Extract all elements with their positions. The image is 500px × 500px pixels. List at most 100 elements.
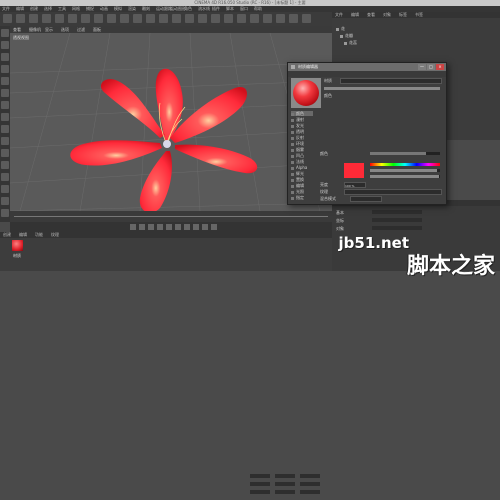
texture-field[interactable]: [344, 189, 442, 195]
channel-item[interactable]: 环境: [291, 141, 313, 146]
saturation-slider[interactable]: [370, 169, 440, 172]
toolbar-button[interactable]: [224, 14, 233, 23]
menu-item[interactable]: 书签: [415, 12, 423, 18]
playback-button[interactable]: [157, 224, 163, 230]
coord-field[interactable]: [250, 474, 270, 478]
material-name-field[interactable]: [340, 78, 442, 84]
menu-item[interactable]: 对象: [383, 12, 391, 18]
toolbar-button[interactable]: [3, 14, 12, 23]
playback-button[interactable]: [175, 224, 181, 230]
toolbar-button[interactable]: [55, 14, 64, 23]
tool-button[interactable]: [1, 185, 9, 193]
menu-item[interactable]: 摄像机: [29, 26, 41, 33]
channel-checkbox[interactable]: [291, 112, 294, 116]
tool-button[interactable]: [1, 125, 9, 133]
channel-item[interactable]: 烟雾: [291, 147, 313, 152]
channel-item[interactable]: 透明: [291, 129, 313, 134]
toolbar-button[interactable]: [263, 14, 272, 23]
menu-item[interactable]: 文件: [335, 12, 343, 18]
toolbar-button[interactable]: [237, 14, 246, 23]
menu-item[interactable]: 过滤: [77, 26, 85, 33]
channel-checkbox[interactable]: [291, 142, 294, 146]
menu-item[interactable]: 编辑: [351, 12, 359, 18]
tool-button[interactable]: [1, 197, 9, 205]
coord-field[interactable]: [275, 474, 295, 478]
toolbar-button[interactable]: [185, 14, 194, 23]
menu-item[interactable]: 标签: [399, 12, 407, 18]
material-thumbnail[interactable]: [12, 240, 23, 251]
attribute-field[interactable]: [372, 210, 422, 214]
channel-item[interactable]: 法线: [291, 159, 313, 164]
menu-item[interactable]: 编辑: [19, 232, 27, 238]
object-list-item[interactable]: 花蕊: [332, 40, 500, 46]
coord-field[interactable]: [300, 490, 320, 494]
channel-item[interactable]: 发光: [291, 123, 313, 128]
menu-item[interactable]: 功能: [35, 232, 43, 238]
playback-button[interactable]: [139, 224, 145, 230]
coord-field[interactable]: [300, 474, 320, 478]
playback-button[interactable]: [193, 224, 199, 230]
channel-checkbox[interactable]: [291, 196, 294, 200]
menu-item[interactable]: 纹理: [51, 232, 59, 238]
toolbar-button[interactable]: [94, 14, 103, 23]
toolbar-button[interactable]: [302, 14, 311, 23]
playback-button[interactable]: [184, 224, 190, 230]
playback-button[interactable]: [202, 224, 208, 230]
toolbar-button[interactable]: [250, 14, 259, 23]
channel-checkbox[interactable]: [291, 160, 294, 164]
channel-item[interactable]: Alpha: [291, 165, 313, 170]
channel-item[interactable]: 置换: [291, 177, 313, 182]
menu-item[interactable]: 显示: [45, 26, 53, 33]
toolbar-button[interactable]: [276, 14, 285, 23]
toolbar-button[interactable]: [107, 14, 116, 23]
toolbar-button[interactable]: [289, 14, 298, 23]
object-list-item[interactable]: 花瓣: [332, 33, 500, 39]
channel-checkbox[interactable]: [291, 130, 294, 134]
tool-button[interactable]: [1, 77, 9, 85]
tool-button[interactable]: [1, 41, 9, 49]
playback-button[interactable]: [148, 224, 154, 230]
tool-button[interactable]: [1, 209, 9, 217]
color-slider[interactable]: [370, 152, 440, 155]
dialog-titlebar[interactable]: 材质编辑器 — □ ×: [288, 63, 446, 71]
tool-button[interactable]: [1, 53, 9, 61]
channel-checkbox[interactable]: [291, 136, 294, 140]
channel-item[interactable]: 指定: [291, 195, 313, 200]
coord-field[interactable]: [275, 490, 295, 494]
brightness-field[interactable]: 100 %: [344, 182, 366, 188]
channel-checkbox[interactable]: [291, 190, 294, 194]
value-slider[interactable]: [370, 175, 440, 178]
toolbar-button[interactable]: [16, 14, 25, 23]
channel-item[interactable]: 辉光: [291, 171, 313, 176]
minimize-button[interactable]: —: [418, 64, 426, 70]
channel-checkbox[interactable]: [291, 148, 294, 152]
tool-button[interactable]: [1, 29, 9, 37]
toolbar-button[interactable]: [68, 14, 77, 23]
toolbar-button[interactable]: [198, 14, 207, 23]
menu-item[interactable]: 查看: [13, 26, 21, 33]
menu-item[interactable]: 选项: [61, 26, 69, 33]
tool-button[interactable]: [1, 161, 9, 169]
toolbar-button[interactable]: [159, 14, 168, 23]
maximize-button[interactable]: □: [427, 64, 435, 70]
channel-checkbox[interactable]: [291, 172, 294, 176]
timeline[interactable]: [10, 211, 332, 222]
channel-item[interactable]: 漫射: [291, 117, 313, 122]
coord-field[interactable]: [250, 482, 270, 486]
toolbar-button[interactable]: [172, 14, 181, 23]
channel-item[interactable]: 光照: [291, 189, 313, 194]
menu-item[interactable]: 创建: [3, 232, 11, 238]
flower-model[interactable]: [70, 68, 258, 211]
menu-item[interactable]: 查看: [367, 12, 375, 18]
toolbar-button[interactable]: [120, 14, 129, 23]
close-button[interactable]: ×: [436, 64, 444, 70]
toolbar-button[interactable]: [42, 14, 51, 23]
tool-button[interactable]: [1, 65, 9, 73]
toolbar-button[interactable]: [29, 14, 38, 23]
toolbar-button[interactable]: [211, 14, 220, 23]
tool-button[interactable]: [1, 101, 9, 109]
preview-slider[interactable]: [324, 87, 440, 90]
attribute-field[interactable]: [372, 226, 422, 230]
channel-checkbox[interactable]: [291, 154, 294, 158]
material-preview[interactable]: [291, 78, 321, 108]
